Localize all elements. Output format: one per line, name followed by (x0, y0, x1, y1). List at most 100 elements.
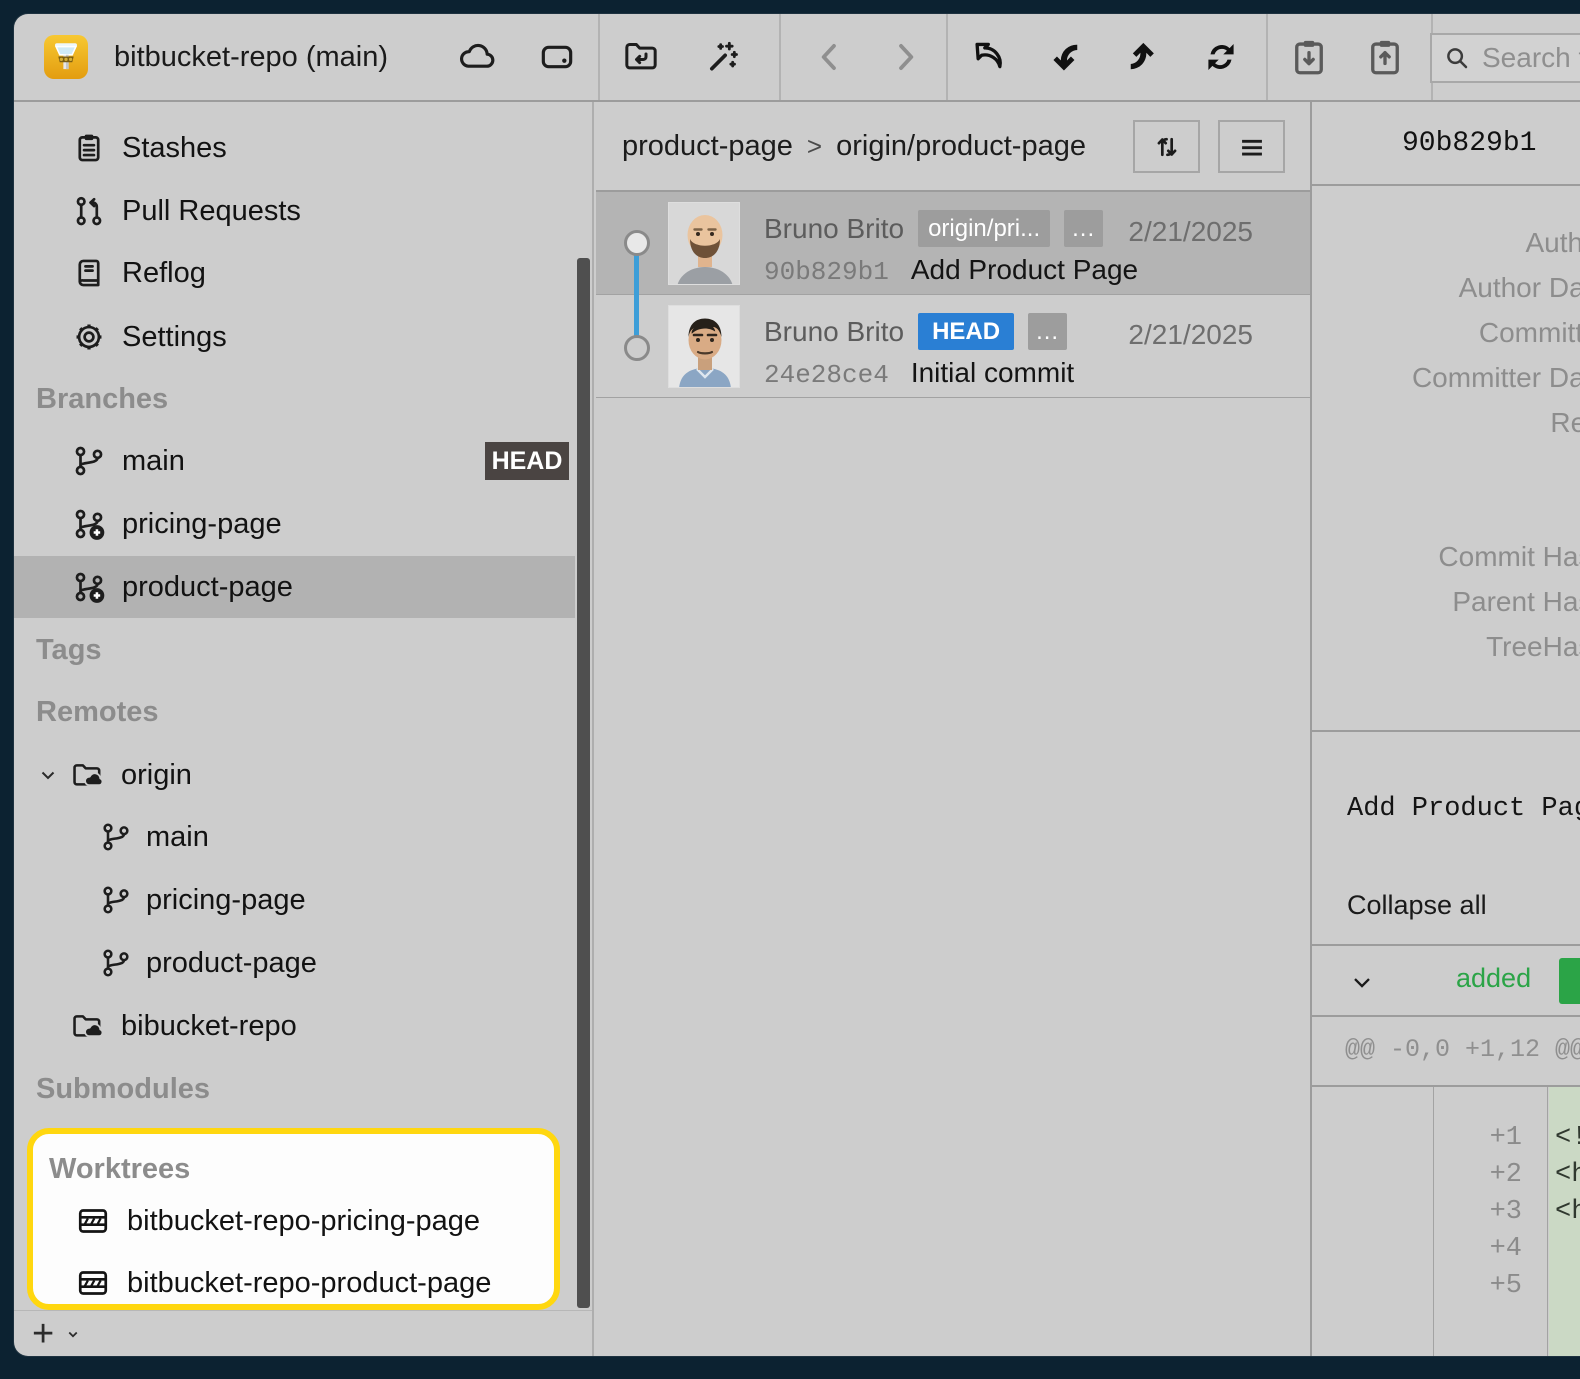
remote-branch-product-page[interactable]: product-page (14, 932, 575, 994)
breadcrumb: product-page > origin/product-page (622, 102, 1086, 190)
commit-row[interactable]: Bruno Brito origin/pri... ... 2/21/2025 … (596, 192, 1310, 295)
nav-forward-button[interactable] (882, 14, 928, 100)
add-menu-chevron-icon[interactable] (64, 1325, 82, 1343)
remote-branch-name: pricing-page (146, 884, 306, 917)
field-label-parent-hash: Parent Hash (1312, 579, 1580, 624)
search-field[interactable] (1430, 33, 1580, 83)
field-label-author: Author (1312, 220, 1580, 265)
remote-branch-pricing-page[interactable]: pricing-page (14, 869, 575, 931)
app-window: bitbucket-repo (main) (14, 14, 1580, 1356)
commit-detail-panel: 90b829b1 Author Author Date Committer Co… (1310, 102, 1580, 1356)
detail-field-labels: Author Author Date Committer Committer D… (1312, 220, 1580, 445)
worktree-item-pricing-page[interactable]: bitbucket-repo-pricing-page (33, 1190, 543, 1252)
remote-folder-cloud-icon (70, 758, 104, 792)
detail-message-section: Add Product Page Collapse all (1312, 732, 1580, 946)
desktop-frame: bitbucket-repo (main) (0, 0, 1580, 1379)
search-icon (1442, 43, 1472, 73)
commit-list-panel: product-page > origin/product-page (596, 102, 1310, 1356)
worktree-item-product-page[interactable]: bitbucket-repo-product-page (33, 1252, 543, 1314)
head-badge: HEAD (485, 442, 569, 480)
toolbar: bitbucket-repo (main) (14, 14, 1580, 102)
nav-back-button[interactable] (807, 14, 853, 100)
ref-badge: origin/pri... (918, 210, 1050, 247)
commit-meta-line: Bruno Brito origin/pri... ... (764, 210, 1103, 247)
pull-button[interactable] (1042, 14, 1088, 100)
hamburger-menu-icon (1235, 130, 1269, 164)
section-header-tags: Tags (36, 619, 102, 681)
sidebar-remote-origin[interactable]: origin (14, 744, 575, 806)
field-label-author-date: Author Date (1312, 265, 1580, 310)
commit-message-line: 90b829b1 Add Product Page (764, 254, 1138, 287)
sidebar-item-label: Pull Requests (122, 195, 301, 228)
sidebar-item-stashes[interactable]: Stashes (14, 117, 575, 179)
add-repo-button[interactable]: + (32, 1315, 54, 1353)
sidebar: Stashes Pull Requests (14, 102, 594, 1356)
detail-fields-section: Author Author Date Committer Committer D… (1312, 186, 1580, 732)
commit-hash: 24e28ce4 (764, 360, 889, 390)
sidebar-remote-bibucket-repo[interactable]: bibucket-repo (14, 995, 575, 1057)
diff-view: +1 +2 +3 +4 +5 <! <h <h (1312, 1087, 1580, 1356)
cloud-remote-button[interactable] (454, 14, 500, 100)
diff-code-line: <h (1555, 1160, 1580, 1190)
remote-folder-cloud-icon (70, 1009, 104, 1043)
commit-message-line: 24e28ce4 Initial commit (764, 357, 1074, 390)
field-label-committer: Committer (1312, 310, 1580, 355)
stash-save-button[interactable] (1286, 14, 1332, 100)
commit-row[interactable]: Bruno Brito HEAD ... 2/21/2025 24e28ce4 … (596, 295, 1310, 398)
branch-name: main (122, 445, 185, 478)
detail-commit-hash: 90b829b1 (1402, 102, 1536, 184)
detail-header: 90b829b1 (1312, 102, 1580, 186)
sidebar-branch-product-page[interactable]: product-page (14, 556, 575, 618)
remote-name: origin (121, 759, 192, 792)
remote-branch-name: product-page (146, 947, 317, 980)
fetch-button[interactable] (966, 14, 1012, 100)
stash-pop-button[interactable] (1362, 14, 1408, 100)
hunk-header: @@ -0,0 +1,12 @@ (1345, 1035, 1580, 1064)
sidebar-branch-main[interactable]: main HEAD (14, 430, 575, 492)
chevron-down-icon[interactable] (1348, 968, 1376, 996)
branch-icon (100, 821, 132, 853)
toolbar-divider (598, 14, 600, 100)
gear-icon (72, 320, 106, 354)
diff-hunk-header-row: @@ -0,0 +1,12 @@ (1312, 1017, 1580, 1087)
compare-branches-button[interactable] (1133, 120, 1200, 173)
commit-list-options-button[interactable] (1218, 120, 1285, 173)
field-label-committer-date: Committer Date (1312, 355, 1580, 400)
quick-actions-wand-button[interactable] (698, 14, 744, 100)
sidebar-branch-pricing-page[interactable]: pricing-page (14, 493, 575, 555)
diff-old-line-gutter (1312, 1087, 1434, 1356)
remote-branch-name: main (146, 821, 209, 854)
breadcrumb-remote-branch[interactable]: origin/product-page (836, 130, 1086, 163)
sidebar-scrollbar-thumb[interactable] (577, 258, 590, 1308)
remote-branch-main[interactable]: main (14, 806, 575, 868)
local-drive-button[interactable] (534, 14, 580, 100)
diff-line-number: +4 (1435, 1234, 1548, 1264)
search-input[interactable] (1482, 42, 1580, 74)
file-status-added: added (1456, 963, 1531, 994)
changed-file-row[interactable]: added (1312, 946, 1580, 1017)
push-button[interactable] (1120, 14, 1166, 100)
sidebar-item-pull-requests[interactable]: Pull Requests (14, 180, 575, 242)
avatar (668, 202, 740, 285)
section-header-remotes: Remotes (36, 681, 159, 743)
collapse-all-link[interactable]: Collapse all (1347, 890, 1487, 921)
sidebar-bottom-bar: + (14, 1310, 592, 1356)
sidebar-item-reflog[interactable]: Reflog (14, 242, 575, 304)
toolbar-divider (946, 14, 948, 100)
stashes-clipboard-icon (72, 131, 106, 165)
diff-line-number: +3 (1435, 1197, 1548, 1227)
remote-name: bibucket-repo (121, 1010, 297, 1043)
sidebar-item-label: Stashes (122, 132, 227, 165)
sidebar-item-settings[interactable]: Settings (14, 306, 575, 368)
sidebar-item-label: Reflog (122, 257, 206, 290)
commit-message-full: Add Product Page (1347, 794, 1580, 824)
field-label-tree-hash: TreeHash (1312, 624, 1580, 669)
more-refs-badge: ... (1028, 313, 1067, 350)
open-repo-folder-button[interactable] (618, 14, 664, 100)
breadcrumb-local-branch[interactable]: product-page (622, 130, 793, 163)
sync-button[interactable] (1198, 14, 1244, 100)
chevron-down-icon[interactable] (36, 763, 60, 787)
diff-line-number: +5 (1435, 1271, 1548, 1301)
worktree-name: bitbucket-repo-product-page (127, 1267, 491, 1300)
window-title: bitbucket-repo (main) (114, 14, 388, 100)
